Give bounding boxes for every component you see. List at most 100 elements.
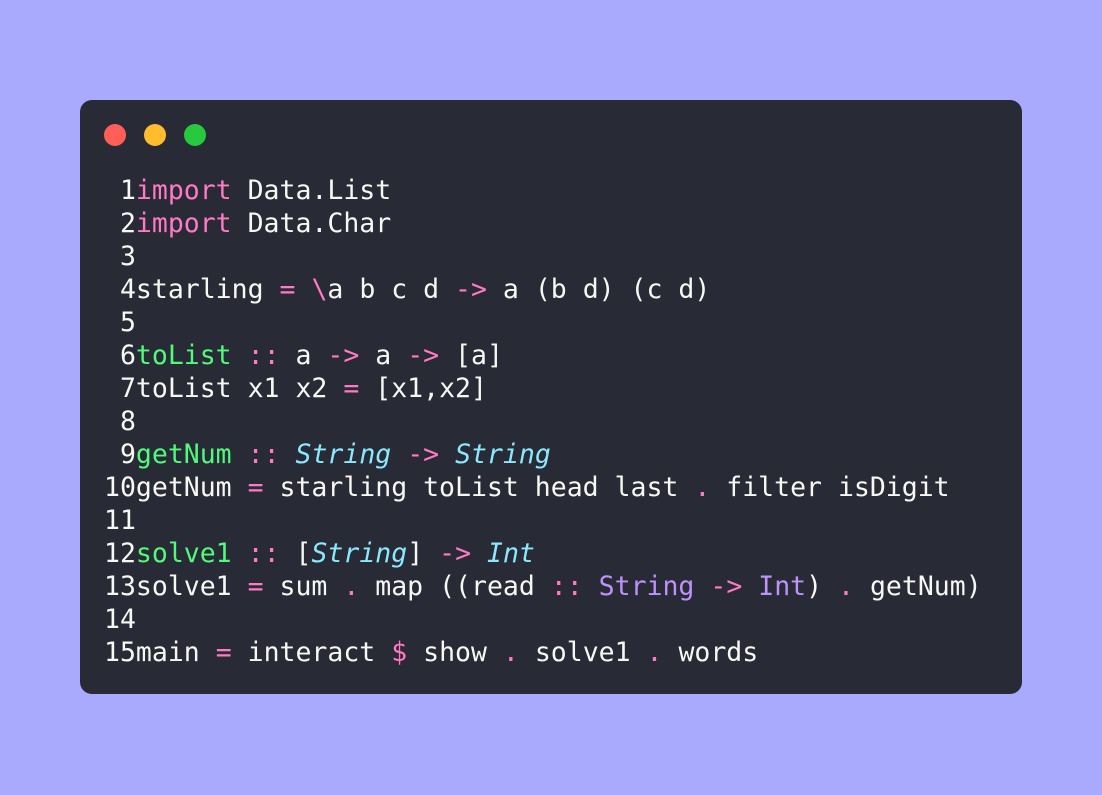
code-token: starling [135,274,280,305]
code-token: :: [550,571,583,602]
code-token: = [247,571,264,602]
code-token: Int [758,571,807,602]
code-token: getNum [135,439,232,470]
code-token: . [838,571,855,602]
code-token: a [359,340,408,371]
code-line: 9getNum :: String -> String [104,438,982,471]
code-token: sum [263,571,344,602]
code-token: words [662,637,759,668]
code-token: toList x1 x2 [135,373,344,404]
line-number: 15 [104,637,136,668]
code-token: main [135,637,216,668]
code-token: = [343,373,360,404]
code-token: :: [247,538,280,569]
code-token: \ [311,274,328,305]
code-token: String [295,439,392,470]
code-line: 6toList :: a -> a -> [a] [104,339,982,372]
line-number: 13 [104,571,136,602]
line-number: 4 [119,274,136,305]
line-number: 14 [104,604,136,635]
code-token: String [598,571,695,602]
code-token: -> [710,571,743,602]
close-button[interactable] [104,124,126,146]
line-number: 2 [119,208,136,239]
line-number: 6 [119,340,136,371]
code-token: String [455,439,551,470]
code-line: 2import Data.Char [104,207,982,240]
line-number: 5 [119,307,136,338]
code-token: -> [455,274,487,305]
line-number: 1 [119,175,136,206]
code-token: a b c d [327,274,456,305]
code-token: Data.List [231,175,392,206]
code-line: 14 [104,603,982,636]
code-token: -> [327,340,360,371]
line-number: 7 [119,373,136,404]
code-line: 7toList x1 x2 = [x1,x2] [104,372,982,405]
code-token: [a] [439,340,503,371]
code-token: import [135,208,232,239]
code-token: = [247,472,264,503]
code-token: ) [806,571,839,602]
code-line: 5 [104,306,982,339]
code-token: -> [407,340,440,371]
code-token: . [694,472,711,503]
code-line: 3 [104,240,982,273]
code-token: = [215,637,232,668]
code-token: map ((read [359,571,551,602]
code-line: 4starling = \a b c d -> a (b d) (c d) [104,273,982,306]
code-token: ] [407,538,440,569]
code-token: import [135,175,232,206]
code-token: [ [279,538,312,569]
code-token: solve1 [518,637,647,668]
code-token: a [279,340,328,371]
code-line: 10getNum = starling toList head last . f… [104,471,982,504]
code-token: . [502,637,519,668]
code-token: a (b d) (c d) [486,274,711,305]
code-token: starling toList head last [263,472,695,503]
code-token: interact [231,637,392,668]
code-line: 8 [104,405,982,438]
code-token: :: [247,439,280,470]
line-number: 3 [119,241,136,272]
code-line: 1import Data.List [104,174,982,207]
code-token: . [646,637,663,668]
minimize-button[interactable] [144,124,166,146]
code-token: filter isDigit [710,472,950,503]
code-token: solve1 [135,538,232,569]
code-token: [x1,x2] [359,373,487,404]
code-token: solve1 [135,571,248,602]
code-line: 15main = interact $ show . solve1 . word… [104,636,982,669]
line-number: 11 [104,505,136,536]
code-token: toList [135,340,232,371]
code-token: show [407,637,503,668]
code-line: 13solve1 = sum . map ((read :: String ->… [104,570,982,603]
code-line: 12solve1 :: [String] -> Int [104,537,982,570]
code-token: -> [407,439,440,470]
code-token: = [279,274,296,305]
code-token: getNum [135,472,248,503]
code-token: Int [487,538,535,569]
line-number: 10 [104,472,136,503]
line-number: 8 [119,406,136,437]
code-token: :: [247,340,280,371]
code-token: Data.Char [231,208,392,239]
code-token: String [311,538,408,569]
code-token: getNum) [854,571,982,602]
code-token: -> [439,538,472,569]
code-line: 11 [104,504,982,537]
maximize-button[interactable] [184,124,206,146]
code-token: $ [391,637,408,668]
code-editor[interactable]: 1import Data.List 2import Data.Char 3 4star… [104,174,982,669]
